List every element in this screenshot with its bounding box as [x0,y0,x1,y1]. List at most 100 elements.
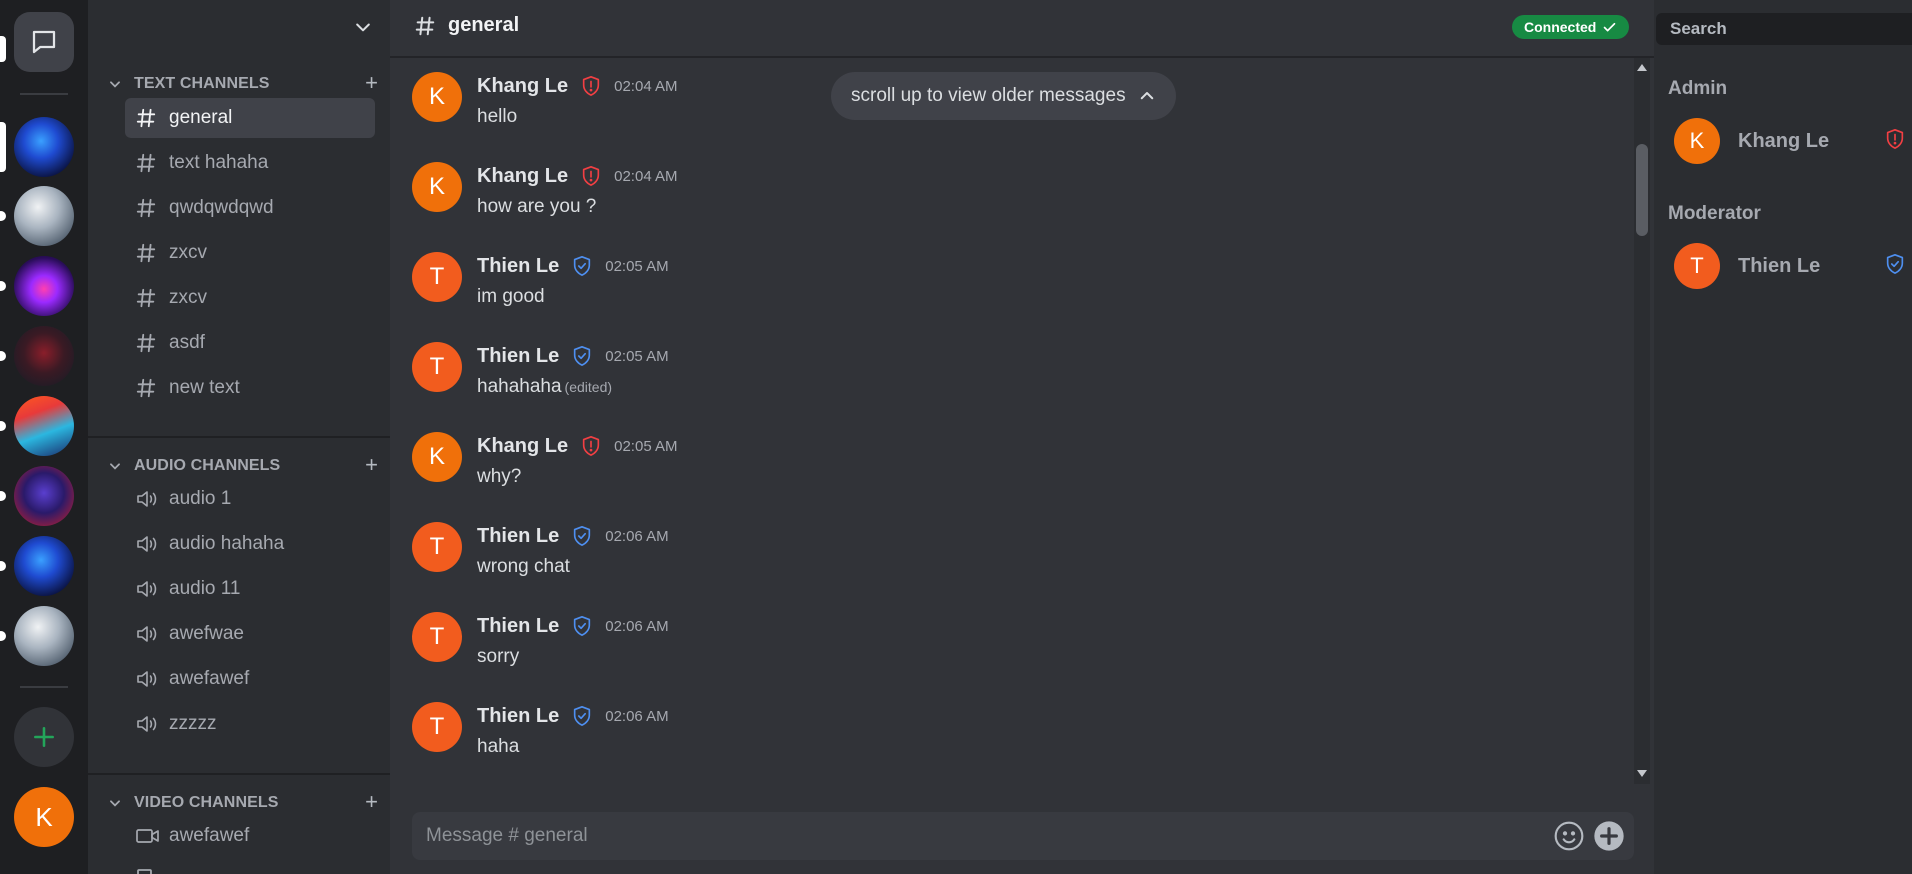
conversation-icon [32,30,56,54]
sidebar-item-audio-audio-1[interactable]: audio 1 [125,479,375,519]
message-text: wrong chat [477,556,570,577]
hash-icon [135,287,165,309]
avatar[interactable]: K [412,72,462,122]
message-author[interactable]: Khang Le [477,75,568,98]
server-header[interactable] [88,0,390,56]
search-input[interactable] [1656,19,1912,39]
server-icon[interactable] [14,256,74,316]
sidebar-item-audio-zzzzz[interactable]: zzzzz [125,704,375,744]
avatar[interactable]: T [412,522,462,572]
sidebar-item-text-zxcv[interactable]: zxcv [125,233,375,273]
avatar[interactable]: T [412,612,462,662]
message-input[interactable] [412,812,1540,860]
member-item[interactable]: T Thien Le [1674,242,1906,290]
channel-title-text: general [448,14,520,36]
message-author[interactable]: Thien Le [477,615,559,638]
avatar[interactable]: T [412,702,462,752]
channel-name: new text [169,377,240,398]
message-author[interactable]: Thien Le [477,525,559,548]
category-title: AUDIO CHANNELS [134,457,281,474]
user-avatar[interactable]: K [14,787,74,847]
category-title: TEXT CHANNELS [134,75,270,92]
add-video-channel-button[interactable]: + [365,791,378,813]
message-item[interactable]: T Thien Le 02:05 AM hahahaha (edited) [412,342,1512,416]
sidebar-item-text-general[interactable]: general [125,98,375,138]
message-author[interactable]: Thien Le [477,345,559,368]
message-author[interactable]: Khang Le [477,435,568,458]
avatar[interactable]: K [412,432,462,482]
avatar-initial: T [429,263,445,290]
message-item[interactable]: T Thien Le 02:06 AM haha [412,702,1512,776]
message-author[interactable]: Thien Le [477,705,559,728]
message-item[interactable]: T Thien Le 02:06 AM wrong chat [412,522,1512,596]
server-icon[interactable] [14,117,74,177]
admin-shield-icon [580,74,602,98]
add-server-button[interactable] [14,707,74,767]
video-channels-category[interactable]: VIDEO CHANNELS + [108,791,378,815]
text-channels-category[interactable]: TEXT CHANNELS + [108,72,378,96]
section-divider [88,436,390,438]
message-item[interactable]: K Khang Le 02:05 AM why? [412,432,1512,506]
sidebar-item-text-zxcv[interactable]: zxcv [125,278,375,318]
avatar-initial: K [428,83,445,110]
avatar[interactable]: K [412,162,462,212]
sidebar-item-text-qwdqwdqwd[interactable]: qwdqwdqwd [125,188,375,228]
message-header: Khang Le 02:04 AM [477,74,678,98]
add-text-channel-button[interactable]: + [365,72,378,94]
speaker-icon [135,667,165,691]
message-composer [412,812,1634,860]
message-header: Thien Le 02:06 AM [477,524,669,548]
scrollbar[interactable] [1634,58,1650,784]
message-text: hahahaha [477,376,562,397]
speaker-icon [135,532,165,556]
message-timestamp: 02:06 AM [605,527,669,545]
sidebar-item-audio-awefawef[interactable]: awefawef [125,659,375,699]
sidebar-item-video-channel[interactable] [125,856,375,874]
message-author[interactable]: Thien Le [477,255,559,278]
sidebar-item-audio-audio-hahaha[interactable]: audio hahaha [125,524,375,564]
admin-shield-icon [580,434,602,458]
message-content: im good [477,286,545,308]
message-content: haha [477,736,519,758]
sidebar-item-text-new-text[interactable]: new text [125,368,375,408]
sidebar-item-video-awefawef[interactable]: awefawef [125,816,375,856]
server-icon[interactable] [14,396,74,456]
speaker-icon [135,577,165,601]
avatar-initial: T [429,623,445,650]
sidebar-item-audio-audio-11[interactable]: audio 11 [125,569,375,609]
scroll-thumb[interactable] [1636,144,1648,236]
message-author[interactable]: Khang Le [477,165,568,188]
chat-area: general Connected scroll up to view olde… [390,0,1654,874]
scroll-up-arrow[interactable] [1637,64,1647,71]
message-item[interactable]: T Thien Le 02:06 AM sorry [412,612,1512,686]
message-timestamp: 02:05 AM [605,257,669,275]
sidebar-item-audio-awefwae[interactable]: awefwae [125,614,375,654]
message-item[interactable]: K Khang Le 02:04 AM hello [412,72,1512,146]
direct-messages-button[interactable] [14,12,74,72]
emoji-button[interactable] [1552,819,1586,853]
server-icon[interactable] [14,326,74,386]
hash-icon [415,16,435,35]
sidebar-item-text-asdf[interactable]: asdf [125,323,375,363]
channel-title: general [414,14,519,37]
server-icon[interactable] [14,186,74,246]
attach-button[interactable] [1592,819,1626,853]
add-audio-channel-button[interactable]: + [365,454,378,476]
avatar[interactable]: T [412,252,462,302]
channel-name: audio 1 [169,488,232,509]
active-indicator [0,36,6,62]
server-icon[interactable] [14,606,74,666]
message-text: why? [477,466,522,487]
avatar[interactable]: T [412,342,462,392]
message-item[interactable]: K Khang Le 02:04 AM how are you ? [412,162,1512,236]
search-box [1656,13,1912,45]
member-item[interactable]: K Khang Le [1674,117,1906,165]
message-item[interactable]: T Thien Le 02:05 AM im good [412,252,1512,326]
sidebar-item-text-text-hahaha[interactable]: text hahaha [125,143,375,183]
scroll-down-arrow[interactable] [1637,770,1647,777]
server-icon[interactable] [14,466,74,526]
moderator-shield-icon [571,704,593,728]
server-icon[interactable] [14,536,74,596]
audio-channels-category[interactable]: AUDIO CHANNELS + [108,454,378,478]
moderator-shield-icon [1884,252,1906,281]
